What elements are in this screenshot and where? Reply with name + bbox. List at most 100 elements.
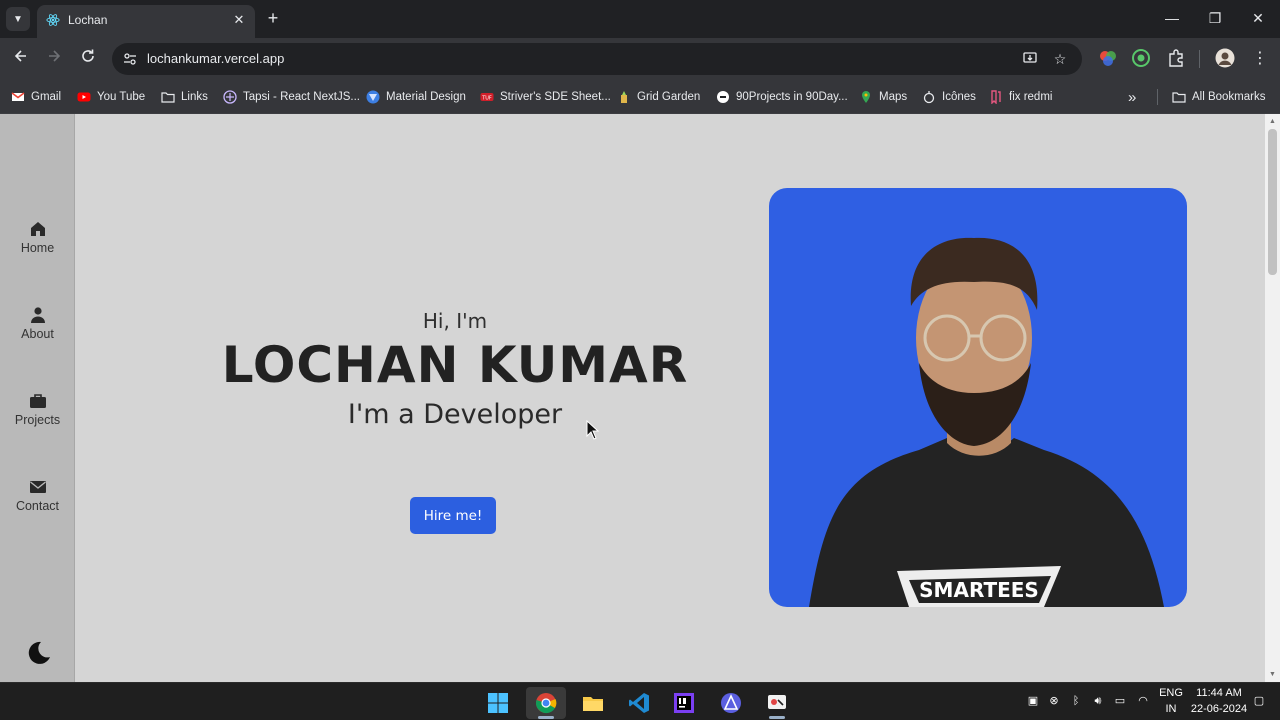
back-button[interactable] [10, 48, 32, 70]
close-window-button[interactable]: ✕ [1248, 8, 1268, 28]
taskbar-vscode[interactable] [619, 687, 659, 719]
tab-close-button[interactable]: ✕ [231, 12, 247, 28]
bookmark-star-icon[interactable]: ☆ [1051, 50, 1069, 68]
hero-role: I'm a Developer [347, 399, 563, 430]
bookmarks-overflow-button[interactable]: » [1128, 87, 1136, 107]
start-button[interactable] [478, 687, 518, 719]
maximize-button[interactable]: ❐ [1205, 8, 1225, 28]
install-app-icon[interactable] [1021, 50, 1039, 68]
notification-icon[interactable]: ▢ [1251, 693, 1267, 709]
scroll-thumb[interactable] [1268, 129, 1277, 275]
tab-search-button[interactable]: ▼ [6, 7, 30, 31]
sidebar-item-projects[interactable]: Projects [0, 392, 75, 442]
shirt-text: SMARTEES [919, 578, 1039, 602]
bookmark-material-design[interactable]: Material Design [366, 87, 466, 107]
address-bar[interactable]: lochankumar.vercel.app ☆ [112, 43, 1082, 75]
bookmark-90projects[interactable]: 90Projects in 90Day... [716, 87, 848, 107]
bookmark-label: Maps [879, 91, 908, 103]
bookmark-maps[interactable]: Maps [859, 87, 907, 107]
bookmark-fix-redmi[interactable]: fix redmi [989, 87, 1052, 107]
clock-time[interactable]: 11:44 AM [1189, 687, 1249, 699]
moon-icon[interactable] [25, 640, 51, 666]
sidebar-item-home[interactable]: Home [0, 220, 75, 270]
bookmark-label: Striver's SDE Sheet... [500, 91, 611, 103]
react-icon [46, 14, 60, 26]
taskbar-snipping-tool[interactable] [757, 687, 797, 719]
reload-button[interactable] [77, 48, 99, 70]
windows-logo-icon [488, 693, 508, 713]
snipping-tool-icon [768, 695, 786, 709]
battery-icon[interactable]: ▭ [1112, 693, 1128, 709]
taskbar-app[interactable] [711, 687, 751, 719]
bookmark-icones[interactable]: Icônes [922, 87, 976, 107]
hero-greeting: Hi, I'm [422, 309, 488, 333]
sidebar-item-about[interactable]: About [0, 306, 75, 356]
bookmark-youtube[interactable]: You Tube [77, 87, 145, 107]
app-icon [721, 693, 741, 713]
home-icon [30, 222, 45, 236]
kebab-menu-icon: ⋮ [1252, 50, 1268, 67]
sidebar-nav: Home About Projects Contact [0, 114, 75, 682]
xbox-icon[interactable]: ⊗ [1046, 693, 1062, 709]
mouse-cursor-icon [586, 420, 600, 440]
chrome-icon [536, 693, 557, 714]
url-text[interactable]: lochankumar.vercel.app [147, 51, 284, 66]
browser-menu-button[interactable]: ⋮ [1249, 48, 1271, 70]
all-bookmarks-button[interactable]: All Bookmarks [1172, 87, 1266, 107]
site-settings-icon[interactable] [122, 51, 138, 67]
briefcase-icon [29, 394, 46, 408]
folder-icon [583, 697, 603, 711]
volume-icon[interactable]: 🔊︎ [1090, 693, 1106, 709]
bookmark-label: Material Design [386, 91, 466, 103]
bookmark-links-folder[interactable]: Links [161, 87, 208, 107]
bookmark-label: Tapsi - React NextJS... [243, 91, 360, 103]
tray-app-icon[interactable]: ▣ [1025, 693, 1041, 709]
chevron-down-icon: ▼ [13, 13, 23, 25]
gmail-icon [11, 92, 25, 101]
minimize-button[interactable]: — [1162, 8, 1182, 28]
forward-button[interactable] [43, 48, 65, 70]
windows-taskbar: ▣ ⊗ ᛒ 🔊︎ ▭ ◠ ENG IN 11:44 AM 22-06-2024 … [0, 682, 1280, 720]
bookmarks-divider [1157, 89, 1158, 105]
folder-icon [161, 92, 175, 103]
mail-icon [29, 481, 46, 493]
sidebar-item-label: Contact [15, 499, 60, 513]
material-design-icon [366, 90, 380, 104]
page-scrollbar[interactable]: ▲ ▼ [1265, 114, 1280, 682]
language-indicator[interactable]: ENG [1157, 687, 1185, 699]
bookmark-gmail[interactable]: Gmail [11, 87, 61, 107]
bookmark-striver[interactable]: TUF Striver's SDE Sheet... [480, 87, 611, 107]
bookmark-label: Links [181, 91, 208, 103]
sidebar-item-contact[interactable]: Contact [0, 478, 75, 528]
browser-tab[interactable]: Lochan ✕ [37, 5, 255, 38]
arrow-left-icon [14, 50, 26, 62]
tapsi-icon [223, 90, 237, 104]
hero-name: LOCHAN KUMAR [221, 336, 689, 394]
scroll-up-arrow-icon[interactable]: ▲ [1268, 117, 1277, 126]
new-tab-button[interactable]: + [263, 8, 283, 28]
clock-date: 22-06-2024 [1190, 703, 1248, 715]
taskbar-intellij[interactable] [664, 687, 704, 719]
bookmark-label: Icônes [942, 91, 976, 103]
profile-avatar-icon[interactable] [1215, 48, 1235, 68]
color-extension-icon[interactable] [1098, 48, 1118, 68]
toolbar-divider [1199, 50, 1200, 68]
taskbar-file-explorer[interactable] [573, 687, 613, 719]
target-extension-icon[interactable] [1131, 48, 1151, 68]
bookmark-label: fix redmi [1009, 91, 1053, 103]
bookmarks-bar: Gmail You Tube Links Tapsi - React NextJ… [0, 80, 1280, 114]
user-icon [30, 307, 45, 323]
scroll-down-arrow-icon[interactable]: ▼ [1268, 670, 1277, 679]
wifi-icon[interactable]: ◠ [1135, 693, 1151, 709]
bookmark-label: Grid Garden [637, 91, 701, 103]
extensions-puzzle-icon[interactable] [1166, 48, 1186, 68]
bluetooth-icon[interactable]: ᛒ [1068, 693, 1084, 709]
folder-icon [1172, 92, 1186, 103]
page-viewport: Home About Projects Contact Hi, I'm LOCH… [0, 114, 1280, 682]
bookmark-tapsi[interactable]: Tapsi - React NextJS... [223, 87, 360, 107]
active-app-indicator [769, 716, 785, 719]
profile-photo: SMARTEES [769, 188, 1187, 607]
bookmark-grid-garden[interactable]: Grid Garden [617, 87, 700, 107]
hire-me-button[interactable]: Hire me! [410, 497, 496, 534]
taskbar-chrome[interactable] [526, 687, 566, 719]
